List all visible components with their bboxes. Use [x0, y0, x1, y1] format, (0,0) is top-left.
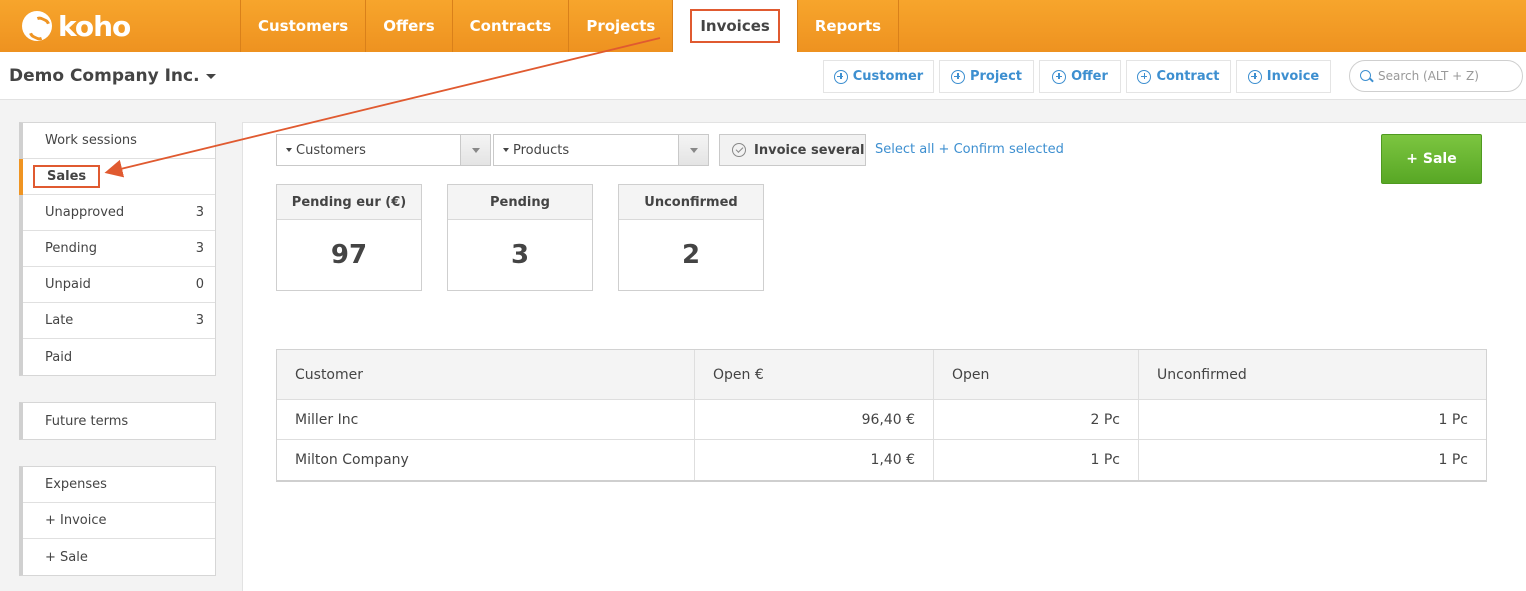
column-header-open[interactable]: Open [934, 350, 1139, 399]
stat-card-unconfirmed: Unconfirmed 2 [618, 184, 764, 291]
cell-unconfirmed: 1 Pc [1438, 411, 1469, 428]
chevron-down-icon [205, 73, 216, 79]
dropdown-arrow-icon[interactable] [460, 135, 490, 165]
cell-open-eur: 1,40 € [695, 440, 934, 480]
select-all-confirm-link[interactable]: Select all + Confirm selected [875, 142, 1064, 157]
column-header-unconfirmed[interactable]: Unconfirmed [1139, 350, 1486, 399]
check-circle-icon [732, 143, 746, 157]
plus-circle-icon [950, 69, 965, 84]
table-header-row: Customer Open € Open Unconfirmed [277, 350, 1486, 400]
tab-projects[interactable]: Projects [568, 0, 672, 52]
tab-reports[interactable]: Reports [796, 0, 900, 52]
sidebar-invoice-nav: Work sessions Sales Unapproved 3 Pending 3… [19, 122, 216, 376]
sidebar-future-terms: Future terms [19, 402, 216, 440]
plus-circle-icon [833, 69, 848, 84]
quick-add-contract-button[interactable]: Contract [1126, 60, 1231, 93]
tab-customers[interactable]: Customers [240, 0, 365, 52]
count-badge: 0 [195, 277, 204, 292]
plus-circle-icon [1137, 69, 1152, 84]
sidebar-item-pending[interactable]: Pending 3 [23, 231, 215, 267]
sidebar-item-expenses[interactable]: Expenses [23, 467, 215, 503]
company-selector[interactable]: Demo Company Inc. [9, 66, 216, 86]
quick-add-customer-button[interactable]: Customer [823, 60, 934, 93]
stat-card-pending: Pending 3 [447, 184, 593, 291]
plus-circle-icon [1247, 69, 1262, 84]
search-input[interactable] [1378, 69, 1508, 83]
plus-circle-icon [1052, 69, 1067, 84]
quick-add-offer-button[interactable]: Offer [1039, 60, 1121, 93]
sidebar-item-add-sale[interactable]: + Sale [23, 539, 215, 575]
sidebar-item-add-invoice[interactable]: + Invoice [23, 503, 215, 539]
cell-open-eur: 96,40 € [695, 400, 934, 439]
sidebar-item-work-sessions[interactable]: Work sessions [23, 123, 215, 159]
cell-open: 1 Pc [934, 440, 1139, 480]
search-icon [1360, 69, 1371, 81]
sidebar-item-unpaid[interactable]: Unpaid 0 [23, 267, 215, 303]
invoice-several-button[interactable]: Invoice several [719, 134, 866, 166]
cell-customer: Milton Company [277, 440, 695, 480]
stat-card-pending-eur: Pending eur (€) 97 [276, 184, 422, 291]
dropdown-arrow-icon[interactable] [678, 135, 708, 165]
sidebar-expenses: Expenses + Invoice + Sale [19, 466, 216, 576]
search-box[interactable] [1349, 60, 1523, 92]
sidebar-item-paid[interactable]: Paid [23, 339, 215, 375]
cell-open: 2 Pc [934, 400, 1139, 439]
products-filter-dropdown[interactable]: Products [493, 134, 709, 166]
sales-panel: Customers Products Invoice several Selec… [242, 122, 1526, 591]
table-row[interactable]: Miller Inc 96,40 € 2 Pc 1 Pc [277, 400, 1486, 440]
logo-icon [22, 11, 52, 41]
column-header-customer[interactable]: Customer [277, 350, 695, 399]
main-nav: Customers Offers Contracts Projects Invo… [240, 0, 900, 52]
sales-table: Customer Open € Open Unconfirmed Miller … [276, 349, 1487, 482]
tab-contracts[interactable]: Contracts [451, 0, 569, 52]
top-nav-bar: koho Customers Offers Contracts Projects… [0, 0, 1526, 52]
tab-offers[interactable]: Offers [365, 0, 451, 52]
quick-add-project-button[interactable]: Project [939, 60, 1034, 93]
caret-down-icon [286, 148, 292, 152]
count-badge: 3 [195, 205, 204, 220]
sidebar-item-unapproved[interactable]: Unapproved 3 [23, 195, 215, 231]
sub-header: Demo Company Inc. Customer Project Offer… [0, 52, 1526, 100]
tab-invoices[interactable]: Invoices [672, 0, 797, 52]
customers-filter-dropdown[interactable]: Customers [276, 134, 491, 166]
add-sale-button[interactable]: + Sale [1381, 134, 1482, 184]
quick-add-invoice-button[interactable]: Invoice [1236, 60, 1331, 93]
sidebar-item-sales[interactable]: Sales [19, 159, 215, 195]
table-row[interactable]: Milton Company 1,40 € 1 Pc 1 Pc [277, 440, 1486, 480]
cell-customer: Miller Inc [277, 400, 695, 439]
caret-down-icon [503, 148, 509, 152]
cell-unconfirmed: 1 Pc [1438, 452, 1469, 468]
sidebar-item-late[interactable]: Late 3 [23, 303, 215, 339]
sidebar-item-future-terms[interactable]: Future terms [23, 403, 215, 439]
koho-logo[interactable]: koho [22, 10, 131, 43]
count-badge: 3 [195, 241, 204, 256]
count-badge: 3 [195, 313, 204, 328]
column-header-open-eur[interactable]: Open € [695, 350, 934, 399]
